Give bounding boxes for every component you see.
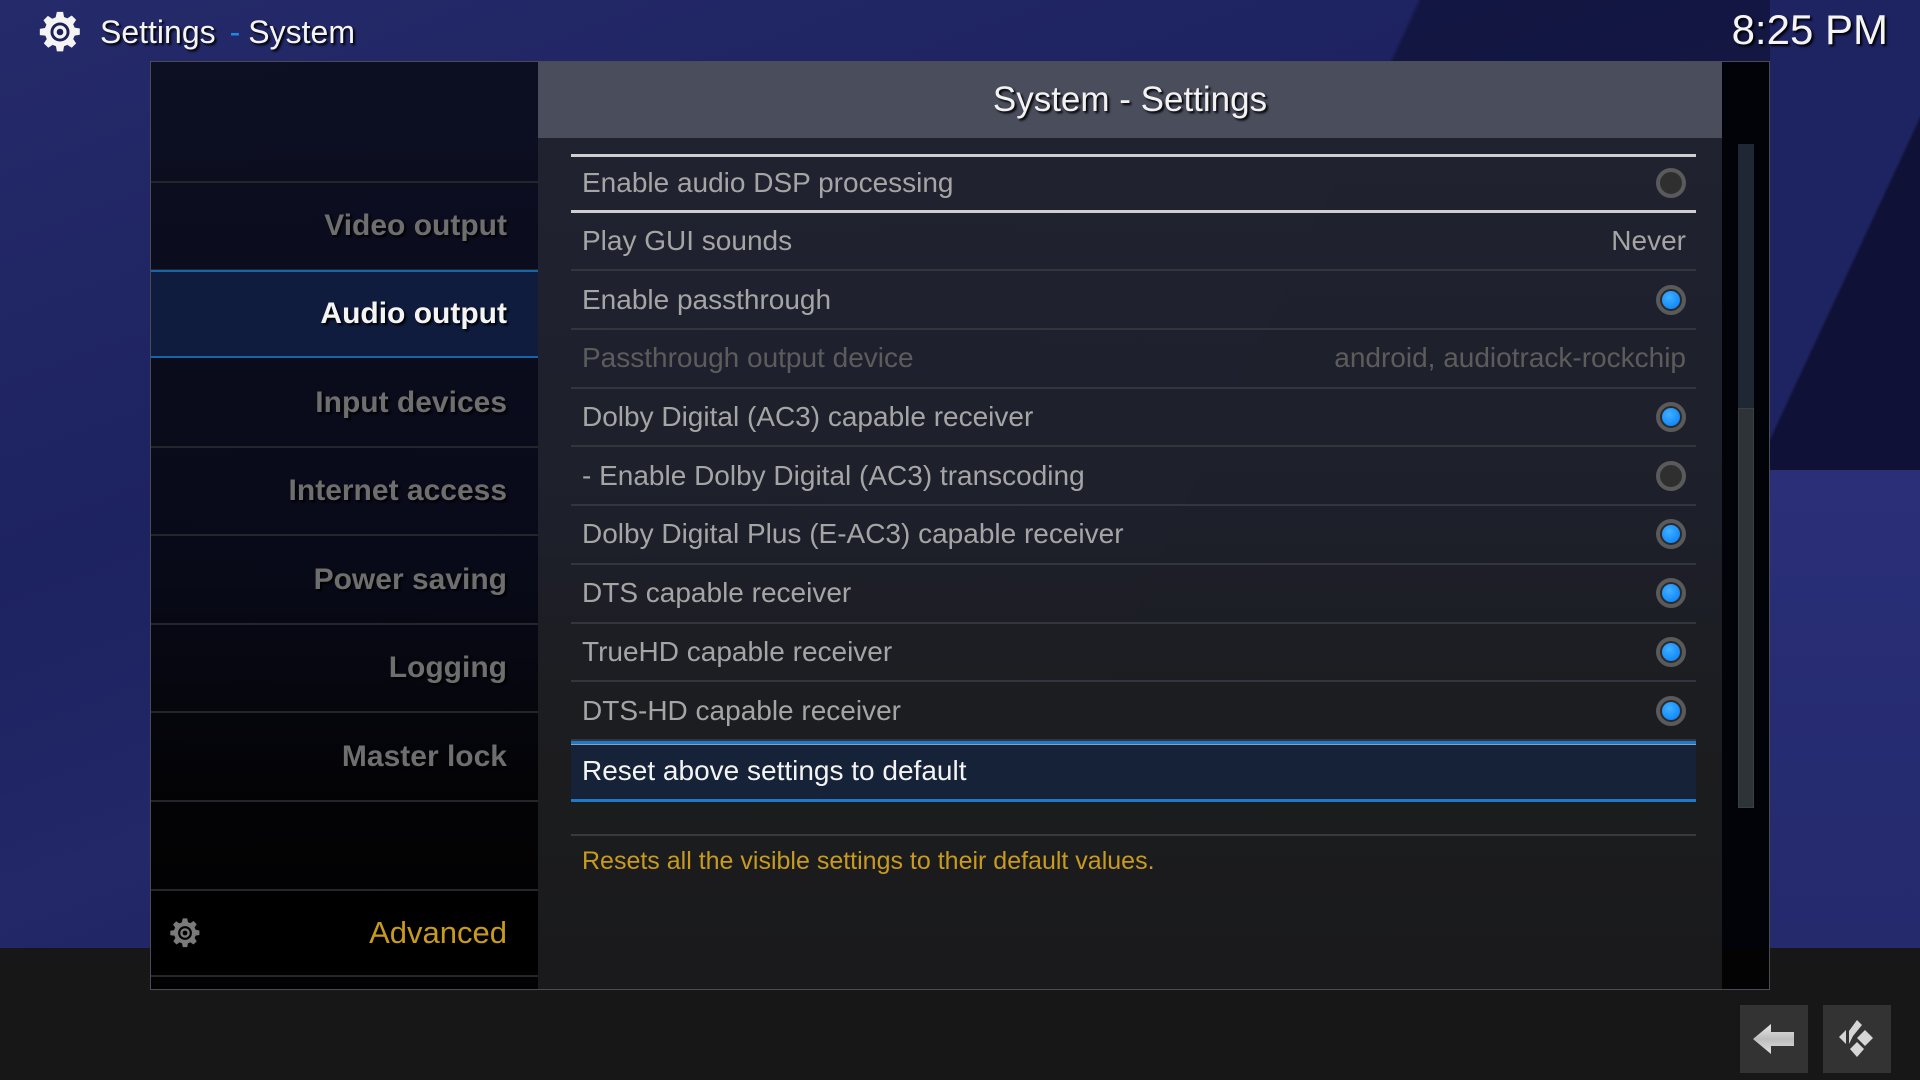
setting-label: DTS-HD capable receiver <box>582 694 901 726</box>
toggle-on-icon[interactable] <box>1656 695 1686 726</box>
kodi-logo-icon <box>1839 1020 1873 1057</box>
description-divider <box>571 834 1696 836</box>
gear-icon <box>39 11 80 52</box>
clock: 8:25 PM <box>1731 6 1888 53</box>
setting-row-dts-hd[interactable]: DTS-HD capable receiver <box>571 682 1696 741</box>
back-button[interactable] <box>1740 1005 1808 1073</box>
setting-label: Passthrough output device <box>582 342 914 374</box>
setting-row-passthrough-output-device: Passthrough output device android, audio… <box>571 330 1696 389</box>
back-arrow-icon <box>1753 1024 1794 1054</box>
setting-row-enable-audio-dsp[interactable]: Enable audio DSP processing <box>571 154 1696 213</box>
toggle-on-icon[interactable] <box>1656 636 1686 667</box>
background-shape <box>1770 470 1920 948</box>
setting-label: Enable passthrough <box>582 283 832 315</box>
sidebar-item-logging[interactable]: Logging <box>151 625 538 713</box>
setting-label: - Enable Dolby Digital (AC3) transcoding <box>582 459 1085 491</box>
setting-row-dolby-digital-ac3[interactable]: Dolby Digital (AC3) capable receiver <box>571 389 1696 448</box>
setting-label: DTS capable receiver <box>582 577 852 609</box>
window-header: Settings - System <box>38 8 355 56</box>
settings-level-button[interactable]: Advanced <box>151 889 538 977</box>
setting-value: android, audiotrack-rockchip <box>1334 342 1686 374</box>
scrollbar[interactable] <box>1738 144 1754 808</box>
toggle-on-icon[interactable] <box>1656 402 1686 433</box>
setting-row-dolby-digital-plus[interactable]: Dolby Digital Plus (E-AC3) capable recei… <box>571 506 1696 565</box>
setting-description: Resets all the visible settings to their… <box>582 847 1155 875</box>
sidebar-item-power-saving[interactable]: Power saving <box>151 537 538 625</box>
sidebar-item-internet-access[interactable]: Internet access <box>151 448 538 536</box>
toggle-off-icon[interactable] <box>1656 168 1686 199</box>
setting-label: Enable audio DSP processing <box>582 167 954 199</box>
toggle-on-icon[interactable] <box>1656 578 1686 609</box>
setting-value: Never <box>1611 225 1686 257</box>
scrollbar-thumb[interactable] <box>1738 408 1754 808</box>
sidebar-item-audio-output[interactable]: Audio output <box>151 270 538 358</box>
settings-level-label: Advanced <box>369 915 507 950</box>
setting-label: TrueHD capable receiver <box>582 635 893 667</box>
toggle-on-icon[interactable] <box>1656 519 1686 550</box>
setting-label: Play GUI sounds <box>582 225 793 257</box>
title-separator: - <box>229 13 241 50</box>
sidebar-item-master-lock[interactable]: Master lock <box>151 714 538 802</box>
gear-icon <box>170 918 200 948</box>
home-button[interactable] <box>1823 1005 1891 1073</box>
scrollbar-column <box>1722 62 1769 989</box>
sidebar-item-input-devices[interactable]: Input devices <box>151 360 538 448</box>
setting-row-ac3-transcoding[interactable]: - Enable Dolby Digital (AC3) transcoding <box>571 447 1696 507</box>
setting-label: Dolby Digital (AC3) capable receiver <box>582 401 1034 433</box>
window-subtitle: System <box>248 13 355 50</box>
content-title: System - Settings <box>538 62 1722 138</box>
settings-list: Enable audio DSP processing Play GUI sou… <box>571 154 1696 802</box>
setting-row-dts[interactable]: DTS capable receiver <box>571 565 1696 624</box>
reset-defaults-button[interactable]: Reset above settings to default <box>571 740 1696 802</box>
toggle-on-icon[interactable] <box>1656 284 1686 315</box>
setting-label: Dolby Digital Plus (E-AC3) capable recei… <box>582 518 1124 550</box>
window-title: Settings <box>100 13 216 50</box>
setting-row-play-gui-sounds[interactable]: Play GUI sounds Never <box>571 213 1696 272</box>
setting-row-enable-passthrough[interactable]: Enable passthrough <box>571 271 1696 331</box>
reset-label: Reset above settings to default <box>582 755 967 787</box>
sidebar: Video output Audio output Input devices … <box>151 62 538 989</box>
toggle-off-icon[interactable] <box>1656 460 1686 491</box>
sidebar-item-video-output[interactable]: Video output <box>151 183 538 271</box>
background-shape <box>1770 0 1920 470</box>
settings-panel: Video output Audio output Input devices … <box>150 61 1770 990</box>
setting-row-truehd[interactable]: TrueHD capable receiver <box>571 624 1696 683</box>
